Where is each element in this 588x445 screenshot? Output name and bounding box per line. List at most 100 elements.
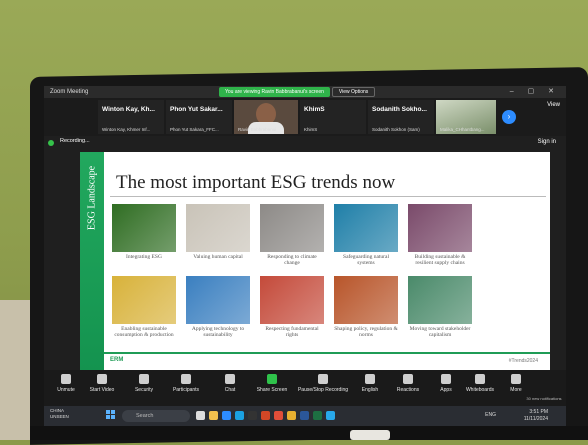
security-button[interactable]: Security (124, 374, 164, 393)
start-button[interactable] (106, 410, 116, 420)
apps-icon (441, 374, 451, 384)
os-taskbar: CHINA UNSEEN Search ENG 3:51 PM 11/11/2024 (44, 406, 566, 426)
chrome-icon[interactable] (287, 411, 296, 420)
telegram-icon[interactable] (326, 411, 335, 420)
recording-status: Recording... (60, 138, 90, 144)
whiteboard-icon (475, 374, 485, 384)
participant-tile[interactable]: Sodanith Sokho... Sodanith Sokhon (Sam) (368, 100, 434, 134)
people-icon (181, 374, 191, 384)
trend-item: Building sustainable & resilient supply … (408, 204, 472, 267)
trend-image (112, 276, 176, 324)
erm-logo: ERM (110, 357, 124, 363)
participant-name: Sodanith Sokho... (372, 106, 427, 113)
excel-icon[interactable] (313, 411, 322, 420)
trend-item: Respecting fundamental rights (260, 276, 324, 339)
participant-name: Phon Yut Sakar... (170, 106, 223, 113)
participants-button[interactable]: Participants (166, 374, 206, 393)
app-icon[interactable] (274, 411, 283, 420)
trend-image (408, 204, 472, 252)
slide-hashtag: #Trends2024 (508, 358, 538, 364)
trend-item: Integrating ESG (112, 204, 176, 260)
camera-icon (97, 374, 107, 384)
trend-caption: Safeguarding natural systems (343, 254, 389, 267)
store-icon[interactable] (248, 411, 257, 420)
system-clock[interactable]: 3:51 PM 11/11/2024 (524, 409, 548, 422)
slide-title: The most important ESG trends now (116, 172, 396, 193)
view-button[interactable]: View (547, 102, 560, 108)
microphone-icon (61, 374, 71, 384)
recording-control-button[interactable]: Pause/Stop Recording (296, 374, 350, 393)
participant-video[interactable]: Ravin Babbrabanui (234, 100, 298, 134)
participant-label: KhimS (304, 127, 318, 132)
chat-icon (225, 374, 235, 384)
trend-image (334, 204, 398, 252)
trend-item: Moving toward stakeholder capitalism (408, 276, 472, 339)
reactions-button[interactable]: Reactions (388, 374, 428, 393)
trend-image (186, 276, 250, 324)
whiteboards-button[interactable]: Whiteboards (460, 374, 500, 393)
cable (350, 430, 390, 440)
more-button[interactable]: More (496, 374, 536, 393)
trend-item: Valuing human capital (186, 204, 250, 260)
more-icon (511, 374, 521, 384)
shield-icon (139, 374, 149, 384)
participant-strip: Winton Kay, Kh... Winton Kay, Khmer Inf.… (44, 98, 566, 136)
share-banner: You are viewing Ravin Babbrabanui's scre… (219, 87, 376, 97)
trend-image (334, 276, 398, 324)
trend-item: Safeguarding natural systems (334, 204, 398, 267)
pause-icon (318, 374, 328, 384)
weather-widget[interactable]: CHINA UNSEEN (50, 408, 69, 420)
laptop-bottom-bezel (30, 426, 588, 440)
next-page-button[interactable]: › (502, 110, 516, 124)
globe-icon (365, 374, 375, 384)
edge-icon[interactable] (235, 411, 244, 420)
trend-caption: Applying technology to sustainability (191, 326, 245, 339)
trend-image (408, 276, 472, 324)
status-dot-icon (48, 140, 54, 146)
unmute-button[interactable]: Unmute (46, 374, 86, 393)
trend-caption: Moving toward stakeholder capitalism (409, 326, 471, 339)
trend-image (260, 204, 324, 252)
participant-tile[interactable]: Phon Yut Sakar... Phon Yut Sakara_FFC... (166, 100, 232, 134)
participant-name: Winton Kay, Kh... (102, 106, 155, 113)
participant-label: Winton Kay, Khmer Inf... (102, 127, 151, 132)
view-options-button[interactable]: View Options (331, 87, 376, 97)
participant-label: Ravin Babbrabanui (238, 127, 277, 132)
window-controls[interactable]: – ▢ ✕ (510, 86, 560, 98)
participant-label: Phon Yut Sakara_FFC... (170, 127, 219, 132)
participant-tile[interactable]: Malika_CHhantbang... (436, 100, 496, 134)
participant-tile[interactable]: Winton Kay, Kh... Winton Kay, Khmer Inf.… (98, 100, 164, 134)
trend-item: Applying technology to sustainability (186, 276, 250, 339)
notification-count[interactable]: 30 new notifications (524, 396, 564, 401)
taskbar-search[interactable]: Search (122, 410, 190, 422)
trend-image (112, 204, 176, 252)
chat-button[interactable]: Chat (210, 374, 250, 393)
word-icon[interactable] (300, 411, 309, 420)
trend-item: Enabling sustainable consumption & produ… (112, 276, 176, 339)
share-icon (267, 374, 277, 384)
recording-bar: Recording... Sign in (44, 136, 566, 150)
trend-caption: Enabling sustainable consumption & produ… (114, 326, 174, 339)
trend-image (260, 276, 324, 324)
window-title: Zoom Meeting (50, 89, 89, 95)
powerpoint-icon[interactable] (261, 411, 270, 420)
trend-image (186, 204, 250, 252)
language-button[interactable]: English (350, 374, 390, 393)
participant-tile[interactable]: KhimS KhimS (300, 100, 366, 134)
sign-in-link[interactable]: Sign in (538, 139, 556, 145)
title-rule (110, 196, 546, 197)
share-message: You are viewing Ravin Babbrabanui's scre… (219, 87, 330, 97)
window-titlebar: Zoom Meeting You are viewing Ravin Babbr… (44, 86, 566, 98)
zoom-icon[interactable] (222, 411, 231, 420)
smile-icon (403, 374, 413, 384)
trend-caption: Building sustainable & resilient supply … (414, 254, 466, 267)
trend-caption: Respecting fundamental rights (265, 326, 319, 339)
language-indicator[interactable]: ENG (485, 412, 496, 418)
participant-name: KhimS (304, 106, 325, 113)
file-explorer-icon[interactable] (209, 411, 218, 420)
task-view-icon[interactable] (196, 411, 205, 420)
share-screen-button[interactable]: Share Screen (252, 374, 292, 393)
slide-footer (104, 352, 550, 372)
start-video-button[interactable]: Start Video (82, 374, 122, 393)
meeting-toolbar: Unmute Start Video Security Participants… (44, 370, 566, 406)
